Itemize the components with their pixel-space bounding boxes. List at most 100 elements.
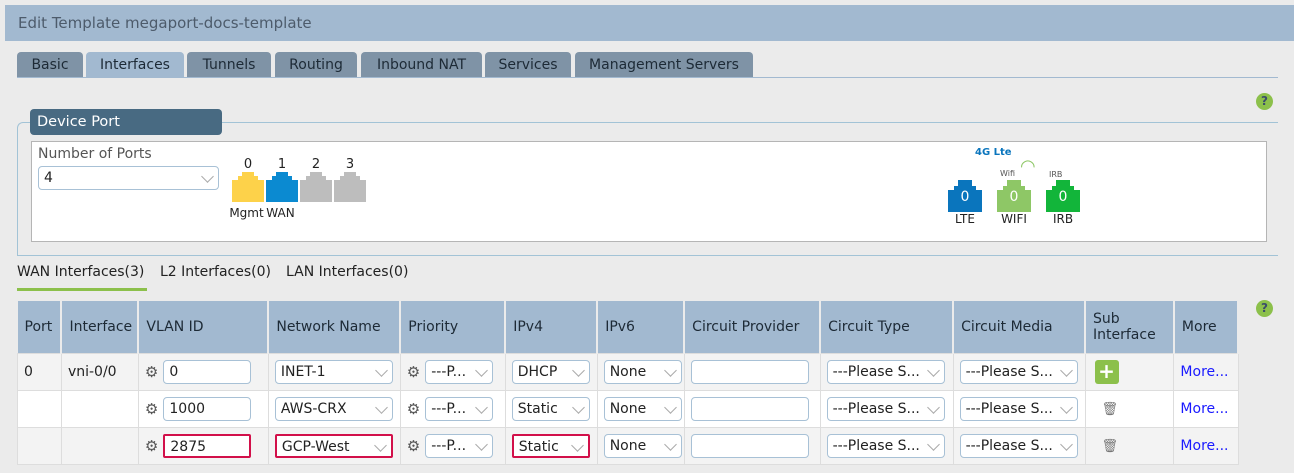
port-irb[interactable]: 0 IRB [1046, 180, 1080, 226]
circuit-type-select[interactable]: ---Please S... [826, 396, 945, 421]
vlan-id-input[interactable]: 1000 [163, 396, 252, 421]
chevron-down-icon [475, 437, 489, 451]
chevron-down-icon [475, 363, 489, 377]
vlan-id-input[interactable]: 0 [163, 359, 252, 384]
ethernet-port-icon [300, 172, 332, 202]
column-header: Port [17, 301, 63, 353]
chevron-down-icon [926, 363, 940, 377]
column-header: More [1173, 301, 1240, 353]
gear-icon[interactable]: ⚙ [145, 400, 158, 418]
more-link[interactable]: More... [1180, 438, 1228, 454]
selected-value: ---Please S... [965, 363, 1053, 380]
tab-inbound-nat[interactable]: Inbound NAT [361, 52, 482, 77]
port-count: 0 [960, 189, 970, 205]
column-header: Circuit Provider [684, 301, 822, 353]
wifi-icon: ◠ [1020, 156, 1036, 177]
tab-bar: Basic Interfaces Tunnels Routing Inbound… [17, 52, 1278, 78]
port-type-label: WIFI [1001, 212, 1027, 226]
port-number: 0 [243, 157, 253, 172]
gear-icon[interactable]: ⚙ [145, 437, 158, 455]
tab-routing[interactable]: Routing [275, 52, 357, 77]
port-3[interactable]: 3 [334, 157, 366, 220]
gear-icon[interactable]: ⚙ [407, 437, 420, 455]
port-1[interactable]: 1 WAN [266, 157, 298, 220]
circuit-media-select[interactable]: ---Please S... [959, 433, 1078, 458]
ipv6-select[interactable]: None [603, 433, 682, 458]
more-link[interactable]: More... [1180, 401, 1228, 417]
port-2[interactable]: 2 [300, 157, 332, 220]
circuit-provider-input[interactable] [690, 396, 809, 421]
port-lte[interactable]: 0 LTE [948, 180, 982, 226]
wifi-badge: Wifi [1000, 169, 1015, 178]
chevron-down-icon [570, 438, 584, 452]
ethernet-port-icon [232, 172, 264, 202]
circuit-media-select[interactable]: ---Please S... [959, 396, 1078, 421]
table-row: ⚙ 2875 GCP-West ⚙ ---P... Static None ---P… [17, 426, 1239, 465]
tab-interfaces[interactable]: Interfaces [86, 52, 184, 77]
vlan-id-input[interactable]: 2875 [163, 433, 252, 458]
ipv4-select[interactable]: Static [511, 433, 590, 458]
ipv4-select[interactable]: Static [511, 396, 590, 421]
network-name-select[interactable]: INET-1 [274, 359, 393, 384]
circuit-type-select[interactable]: ---Please S... [826, 433, 945, 458]
port-count: 0 [1009, 189, 1019, 205]
tab-tunnels[interactable]: Tunnels [187, 52, 271, 77]
tab-services[interactable]: Services [485, 52, 571, 77]
priority-select[interactable]: ---P... [425, 359, 494, 384]
selected-value: ---P... [431, 363, 467, 380]
trash-icon[interactable]: 🗑 [1102, 439, 1119, 454]
ipv6-select[interactable]: None [603, 359, 682, 384]
gear-icon[interactable]: ⚙ [407, 400, 420, 418]
circuit-media-select[interactable]: ---Please S... [959, 359, 1078, 384]
chevron-down-icon [926, 400, 940, 414]
subtab-lan-interfaces[interactable]: LAN Interfaces(0) [286, 264, 408, 280]
selected-value: ---Please S... [832, 400, 920, 417]
selected-value: None [609, 400, 647, 417]
network-name-select[interactable]: GCP-West [274, 433, 393, 458]
circuit-provider-input[interactable] [690, 433, 809, 458]
chevron-down-icon [663, 400, 677, 414]
chevron-down-icon [1059, 400, 1073, 414]
priority-select[interactable]: ---P... [425, 433, 494, 458]
ipv6-select[interactable]: None [603, 396, 682, 421]
ethernet-port-icon [334, 172, 366, 202]
circuit-provider-input[interactable] [690, 359, 809, 384]
help-icon[interactable]: ? [1256, 93, 1273, 110]
column-header: Sub Interface [1085, 301, 1175, 353]
port-list: 0 Mgmt 1 WAN 2 3 [229, 157, 368, 220]
selected-value: AWS-CRX [280, 400, 347, 417]
circuit-type-select[interactable]: ---Please S... [826, 359, 945, 384]
chevron-down-icon [571, 363, 585, 377]
tab-basic[interactable]: Basic [17, 52, 83, 77]
column-header: Interface [61, 301, 140, 353]
wan-interfaces-table: Port Interface VLAN ID Network Name Priority… [17, 301, 1240, 465]
num-ports-select[interactable]: 4 [38, 166, 219, 190]
chevron-down-icon [663, 363, 677, 377]
port-number: 1 [277, 157, 287, 172]
port-0[interactable]: 0 Mgmt [229, 157, 264, 220]
subtab-l2-interfaces[interactable]: L2 Interfaces(0) [160, 264, 271, 280]
subtab-wan-interfaces[interactable]: WAN Interfaces(3) [17, 264, 144, 280]
network-name-select[interactable]: AWS-CRX [274, 396, 393, 421]
trash-icon[interactable]: 🗑 [1102, 402, 1119, 417]
priority-select[interactable]: ---P... [425, 396, 494, 421]
selected-value: Static [518, 438, 559, 455]
column-header: IPv4 [505, 301, 599, 353]
selected-value: None [609, 437, 647, 454]
port-config-panel [31, 141, 1267, 242]
add-sub-interface-button[interactable]: + [1094, 359, 1119, 384]
fieldset-legend: Device Port Configuration [30, 109, 222, 156]
tab-management-servers[interactable]: Management Servers [575, 52, 753, 77]
more-link[interactable]: More... [1180, 364, 1228, 380]
port-wifi[interactable]: 0 WIFI [997, 180, 1031, 226]
gear-icon[interactable]: ⚙ [145, 363, 158, 381]
help-icon[interactable]: ? [1256, 300, 1273, 317]
selected-value: DHCP [517, 363, 558, 380]
column-header: Priority [400, 301, 507, 353]
interface-cell: vni-0/0 [60, 352, 139, 391]
divider [17, 255, 1278, 256]
gear-icon[interactable]: ⚙ [407, 363, 420, 381]
selected-value: None [609, 363, 647, 380]
ipv4-select[interactable]: DHCP [511, 359, 590, 384]
chevron-down-icon [373, 438, 387, 452]
